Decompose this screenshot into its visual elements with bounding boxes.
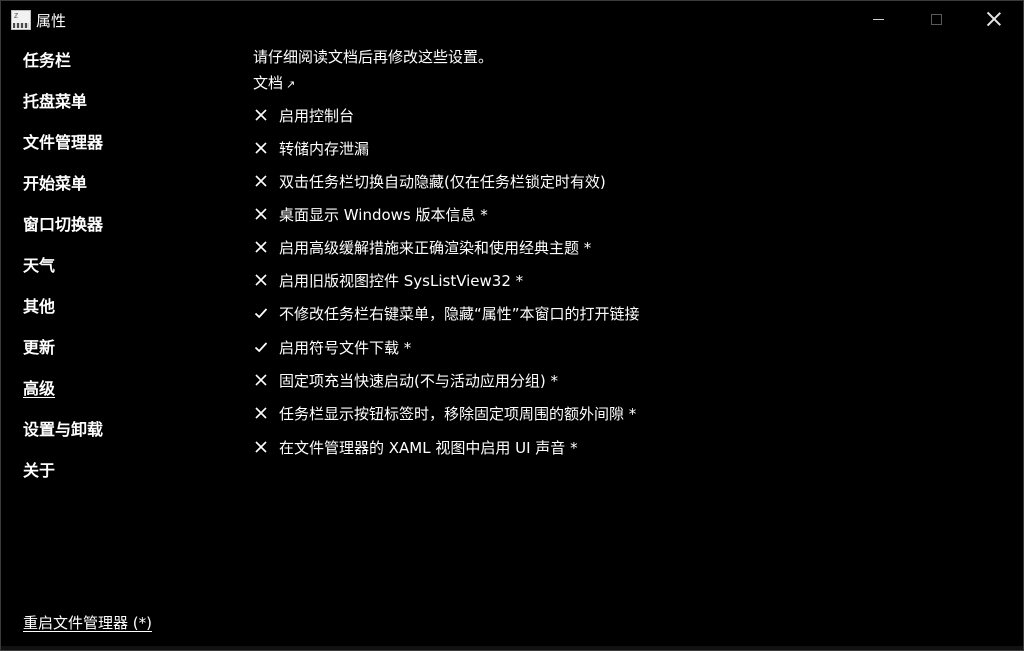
option-toggle[interactable]: 桌面显示 Windows 版本信息 * bbox=[253, 203, 488, 225]
option-label: 桌面显示 Windows 版本信息 * bbox=[279, 205, 488, 224]
intro-text: 请仔细阅读文档后再修改这些设置。 bbox=[253, 48, 494, 66]
option-toggle[interactable]: 任务栏显示按钮标签时，移除固定项周围的额外间隙 * bbox=[253, 402, 636, 424]
maximize-icon bbox=[930, 13, 942, 25]
sidebar-item[interactable]: 关于 bbox=[23, 461, 55, 481]
option-toggle[interactable]: 启用旧版视图控件 SysListView32 * bbox=[253, 269, 523, 291]
option-label: 不修改任务栏右键菜单，隐藏“属性”本窗口的打开链接 bbox=[279, 304, 640, 323]
cross-icon bbox=[253, 140, 269, 156]
option-label: 启用旧版视图控件 SysListView32 * bbox=[279, 271, 524, 290]
cross-icon bbox=[253, 206, 269, 222]
external-link-icon: ↗ bbox=[286, 78, 296, 91]
option-toggle[interactable]: 在文件管理器的 XAML 视图中启用 UI 声音 * bbox=[253, 436, 578, 458]
option-label: 固定项充当快速启动(不与活动应用分组) * bbox=[279, 371, 558, 390]
option-toggle[interactable]: 固定项充当快速启动(不与活动应用分组) * bbox=[253, 369, 558, 391]
cross-icon bbox=[253, 405, 269, 421]
option-toggle[interactable]: 启用控制台 bbox=[253, 104, 354, 126]
option-label: 启用符号文件下载 * bbox=[279, 338, 412, 357]
restart-explorer-link[interactable]: 重启文件管理器 (*) bbox=[23, 612, 152, 633]
option-toggle[interactable]: 启用高级缓解措施来正确渲染和使用经典主题 * bbox=[253, 236, 591, 258]
checkmark-icon bbox=[253, 339, 269, 355]
sidebar-item[interactable]: 开始菜单 bbox=[23, 174, 87, 194]
sidebar-item[interactable]: 窗口切换器 bbox=[23, 215, 103, 235]
option-label: 启用控制台 bbox=[279, 106, 355, 125]
properties-window: ℤ 属性 任务栏托盘菜单文件管理器开始菜单窗口切换器天气其他更新高级设置与卸载关… bbox=[0, 0, 1024, 651]
documentation-link[interactable]: 文档 ↗ bbox=[253, 72, 295, 93]
cross-icon bbox=[253, 439, 269, 455]
maximize-button[interactable] bbox=[907, 1, 965, 37]
checkmark-icon bbox=[253, 305, 269, 321]
sidebar-item[interactable]: 任务栏 bbox=[23, 51, 71, 71]
cross-icon bbox=[253, 272, 269, 288]
option-label: 在文件管理器的 XAML 视图中启用 UI 声音 * bbox=[279, 438, 578, 457]
option-label: 转储内存泄漏 bbox=[279, 139, 370, 158]
sidebar-item[interactable]: 高级 bbox=[23, 379, 55, 399]
close-icon bbox=[987, 12, 1001, 26]
sidebar-item[interactable]: 设置与卸载 bbox=[23, 420, 103, 440]
cross-icon bbox=[253, 173, 269, 189]
sidebar-item[interactable]: 天气 bbox=[23, 256, 55, 276]
option-toggle[interactable]: 启用符号文件下载 * bbox=[253, 336, 411, 358]
app-icon: ℤ bbox=[11, 10, 31, 30]
sidebar-item[interactable]: 托盘菜单 bbox=[23, 92, 87, 112]
minimize-button[interactable] bbox=[849, 1, 907, 37]
title-bar: ℤ 属性 bbox=[1, 1, 1023, 37]
cross-icon bbox=[253, 239, 269, 255]
option-label: 双击任务栏切换自动隐藏(仅在任务栏锁定时有效) bbox=[279, 172, 606, 191]
option-label: 启用高级缓解措施来正确渲染和使用经典主题 * bbox=[279, 238, 592, 257]
option-toggle[interactable]: 转储内存泄漏 bbox=[253, 137, 369, 159]
sidebar-item[interactable]: 更新 bbox=[23, 338, 55, 358]
sidebar: 任务栏托盘菜单文件管理器开始菜单窗口切换器天气其他更新高级设置与卸载关于 bbox=[1, 39, 231, 599]
bottom-edge bbox=[1, 646, 1023, 650]
documentation-link-label: 文档 bbox=[253, 74, 284, 92]
sidebar-item[interactable]: 文件管理器 bbox=[23, 133, 103, 153]
minimize-icon bbox=[872, 18, 884, 20]
window-title: 属性 bbox=[36, 12, 67, 30]
cross-icon bbox=[253, 107, 269, 123]
option-toggle[interactable]: 双击任务栏切换自动隐藏(仅在任务栏锁定时有效) bbox=[253, 170, 606, 192]
close-button[interactable] bbox=[965, 1, 1023, 37]
option-label: 任务栏显示按钮标签时，移除固定项周围的额外间隙 * bbox=[279, 404, 637, 423]
cross-icon bbox=[253, 372, 269, 388]
option-toggle[interactable]: 不修改任务栏右键菜单，隐藏“属性”本窗口的打开链接 bbox=[253, 302, 640, 324]
sidebar-item[interactable]: 其他 bbox=[23, 297, 55, 317]
